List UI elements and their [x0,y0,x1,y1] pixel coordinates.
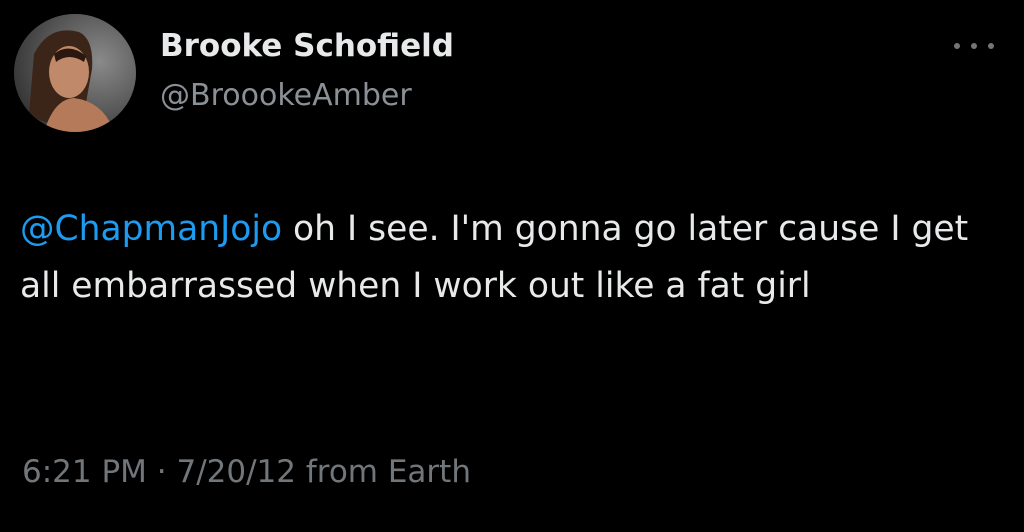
tweet-text: @ChapmanJojo oh I see. I'm gonna go late… [20,201,1010,315]
meta-separator: · [146,454,177,490]
tweet-date[interactable]: 7/20/12 [176,454,296,490]
tweet-source: from Earth [296,454,471,490]
tweet-meta: 6:21 PM · 7/20/12 from Earth [22,454,471,490]
more-dot [988,43,994,49]
more-dot [971,43,977,49]
avatar[interactable] [14,14,136,132]
more-dot [954,43,960,49]
more-horizontal-icon[interactable] [954,36,994,56]
mention-link[interactable]: @ChapmanJojo [20,209,282,249]
author-handle[interactable]: @BroookeAmber [160,78,412,113]
tweet-time[interactable]: 6:21 PM [22,454,147,490]
avatar-image [14,14,136,132]
author-display-name[interactable]: Brooke Schofield [160,28,454,64]
